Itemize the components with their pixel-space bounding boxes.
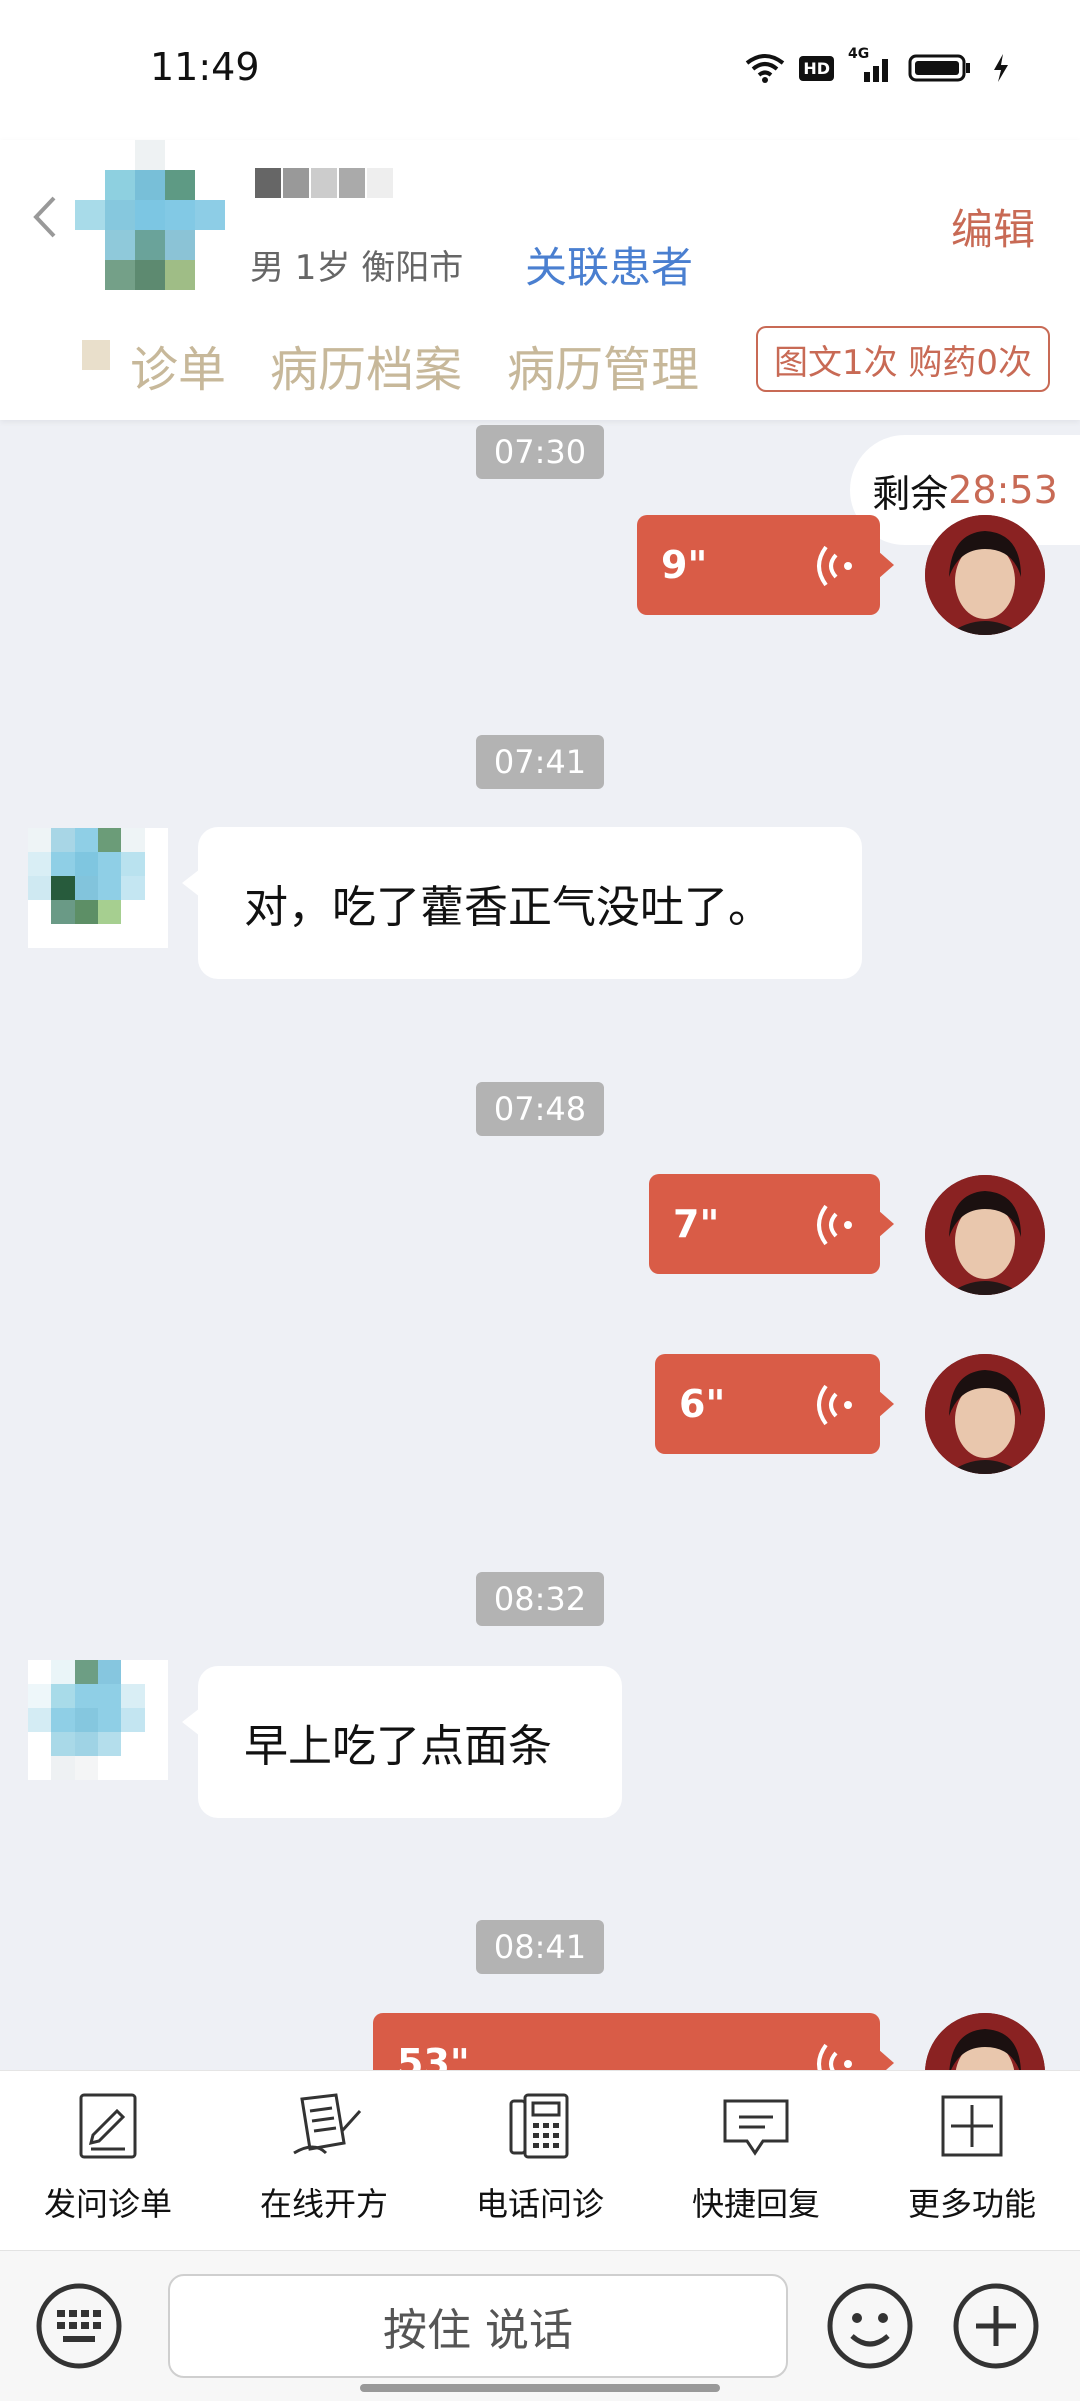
doctor-avatar[interactable] <box>925 515 1045 635</box>
voice-message[interactable]: 7" <box>649 1174 894 1274</box>
online-prescription-button[interactable]: 在线开方 <box>216 2091 432 2225</box>
quick-reply-button[interactable]: 快捷回复 <box>648 2091 864 2225</box>
keyboard-icon[interactable] <box>35 2282 123 2374</box>
voice-duration: 6" <box>679 1382 726 1426</box>
message-text: 早上吃了点面条 <box>244 1721 552 1772</box>
home-indicator <box>360 2384 720 2392</box>
toolbar-label: 在线开方 <box>259 2185 388 2223</box>
message-bubble-incoming[interactable]: 早上吃了点面条 <box>182 1666 622 1818</box>
timestamp: 07:41 <box>0 735 1080 789</box>
form-edit-icon <box>75 2091 141 2165</box>
signal-icon: 4G <box>848 46 894 84</box>
more-functions-button[interactable]: 更多功能 <box>864 2091 1080 2225</box>
link-patient-link[interactable]: 关联患者 <box>525 234 693 295</box>
hold-to-talk-button[interactable]: 按住 说话 <box>168 2274 788 2378</box>
patient-chat-avatar[interactable] <box>28 1660 168 1780</box>
send-consult-form-button[interactable]: 发问诊单 <box>0 2091 216 2225</box>
battery-icon <box>908 53 978 83</box>
tab-medical-records[interactable]: 病历档案 <box>270 330 462 400</box>
tab-record-management[interactable]: 病历管理 <box>507 330 699 400</box>
phone-icon <box>507 2091 573 2165</box>
back-arrow-icon[interactable] <box>30 192 60 252</box>
timestamp: 08:41 <box>0 1920 1080 1974</box>
timestamp: 07:48 <box>0 1082 1080 1136</box>
patient-chat-avatar[interactable] <box>28 828 168 948</box>
tab-consult-form[interactable]: 诊单 <box>130 330 226 400</box>
toolbar-label: 电话问诊 <box>475 2185 604 2223</box>
function-toolbar: 发问诊单 在线开方 电话问诊 快捷回复 更多功能 <box>0 2070 1080 2251</box>
voice-message[interactable]: 6" <box>655 1354 894 1454</box>
status-icons: HD 4G <box>745 46 1010 84</box>
toolbar-label: 更多功能 <box>907 2185 1036 2223</box>
hd-badge: HD <box>799 55 834 81</box>
add-attachment-icon[interactable] <box>952 2282 1040 2374</box>
charging-icon <box>992 53 1010 83</box>
wifi-icon <box>745 53 785 83</box>
patient-name-redacted <box>255 168 393 198</box>
voice-wave-icon <box>812 1382 856 1437</box>
voice-duration: 7" <box>673 1202 720 1246</box>
tab-partial-square-icon <box>82 340 110 370</box>
patient-avatar[interactable] <box>75 140 225 290</box>
doctor-avatar[interactable] <box>925 1175 1045 1295</box>
timestamp: 07:30 <box>0 425 1080 479</box>
toolbar-label: 发问诊单 <box>43 2185 172 2223</box>
phone-consult-button[interactable]: 电话问诊 <box>432 2091 648 2225</box>
doctor-avatar[interactable] <box>925 1354 1045 1474</box>
quick-reply-icon <box>721 2091 791 2165</box>
message-text: 对，吃了藿香正气没吐了。 <box>244 882 772 933</box>
patient-info: 男 1岁 衡阳市 <box>250 248 464 288</box>
quota-button[interactable]: 图文1次 购药0次 <box>756 326 1050 392</box>
edit-button[interactable]: 编辑 <box>951 196 1035 257</box>
voice-wave-icon <box>812 543 856 598</box>
status-time: 11:49 <box>150 45 260 89</box>
prescription-pen-icon <box>284 2091 364 2165</box>
timestamp: 08:32 <box>0 1572 1080 1626</box>
voice-message[interactable]: 9" <box>637 515 894 615</box>
voice-wave-icon <box>812 1202 856 1257</box>
plus-square-icon <box>939 2091 1005 2165</box>
message-bubble-incoming[interactable]: 对，吃了藿香正气没吐了。 <box>182 827 862 979</box>
voice-duration: 9" <box>661 543 708 587</box>
toolbar-label: 快捷回复 <box>691 2185 820 2223</box>
emoji-icon[interactable] <box>826 2282 914 2374</box>
